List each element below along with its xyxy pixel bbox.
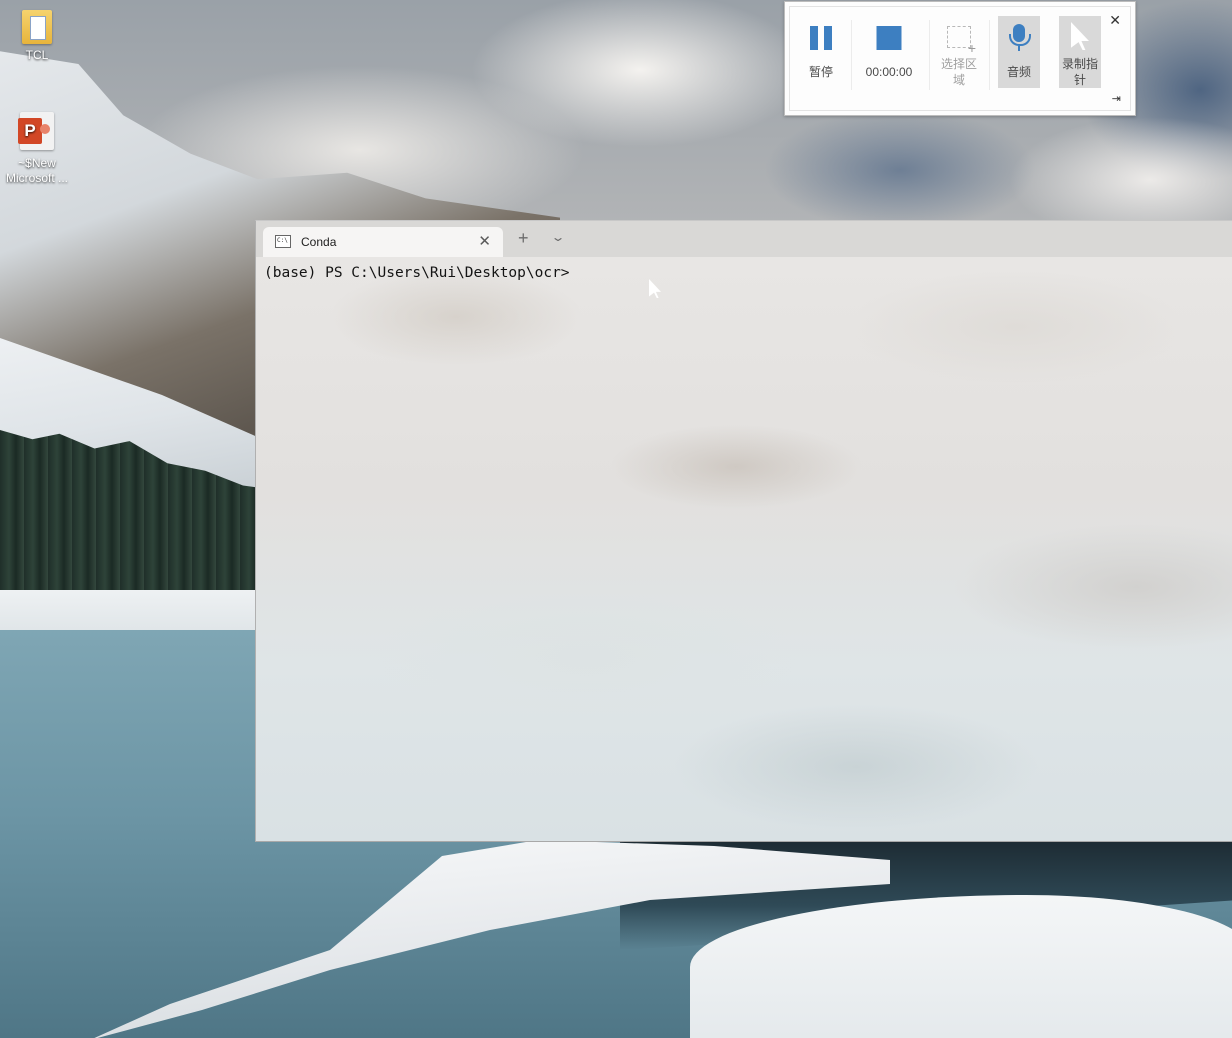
pin-icon[interactable]: ⇥ <box>1112 92 1121 105</box>
folder-icon <box>22 10 52 44</box>
audio-label: 音频 <box>1006 65 1031 79</box>
desktop-icon-label: TCL <box>25 48 49 62</box>
shell-prompt: (base) PS C:\Users\Rui\Desktop\ocr> <box>264 265 570 281</box>
new-tab-button[interactable]: + <box>518 228 529 249</box>
stop-icon <box>876 26 902 50</box>
select-region-button[interactable]: 选择区 域 <box>937 16 981 88</box>
close-tab-icon[interactable]: ✕ <box>478 232 491 250</box>
pointer-icon <box>1071 22 1089 50</box>
chevron-down-icon[interactable]: ⌄ <box>550 230 565 244</box>
desktop-icon-powerpoint-file[interactable]: ~$New Microsoft ... <box>0 112 74 186</box>
microphone-icon <box>1009 24 1031 46</box>
desktop-icon-label-line1: ~$New <box>18 156 56 170</box>
separator <box>851 20 852 90</box>
record-pointer-label-line1: 录制指 <box>1061 57 1098 71</box>
pause-button[interactable]: 暂停 <box>799 16 843 88</box>
terminal-console[interactable]: (base) PS C:\Users\Rui\Desktop\ocr> <box>256 257 1232 841</box>
tab-conda[interactable]: C:\ Conda ✕ <box>263 227 503 257</box>
desktop-icon-tcl-folder[interactable]: TCL <box>0 10 74 63</box>
separator <box>929 20 930 90</box>
record-pointer-label-line2: 针 <box>1073 73 1086 87</box>
pause-label: 暂停 <box>808 65 833 79</box>
powerpoint-icon <box>18 112 54 150</box>
separator <box>989 20 990 90</box>
stop-button[interactable]: 00:00:00 <box>857 16 921 88</box>
terminal-window: C:\ Conda ✕ + ⌄ (base) PS C:\Users\Rui\D… <box>255 220 1232 842</box>
terminal-titlebar[interactable]: C:\ Conda ✕ + ⌄ <box>256 221 1232 257</box>
close-icon[interactable]: ✕ <box>1109 12 1121 29</box>
record-pointer-toggle-button[interactable]: 录制指 针 <box>1059 16 1101 88</box>
select-region-label-line2: 域 <box>952 73 965 87</box>
desktop-icon-label-line2: Microsoft ... <box>5 171 68 185</box>
select-region-label-line1: 选择区 <box>940 57 977 71</box>
terminal-icon: C:\ <box>275 235 291 248</box>
select-region-icon <box>947 26 976 56</box>
pause-icon <box>810 26 832 50</box>
timer-label: 00:00:00 <box>865 65 913 79</box>
screen-recorder-toolbar: 暂停 00:00:00 选择区 域 音频 录制指 针 ✕ ⇥ <box>784 1 1136 116</box>
microphone-stand <box>1018 46 1020 51</box>
audio-toggle-button[interactable]: 音频 <box>998 16 1040 88</box>
tab-title: Conda <box>301 235 337 249</box>
